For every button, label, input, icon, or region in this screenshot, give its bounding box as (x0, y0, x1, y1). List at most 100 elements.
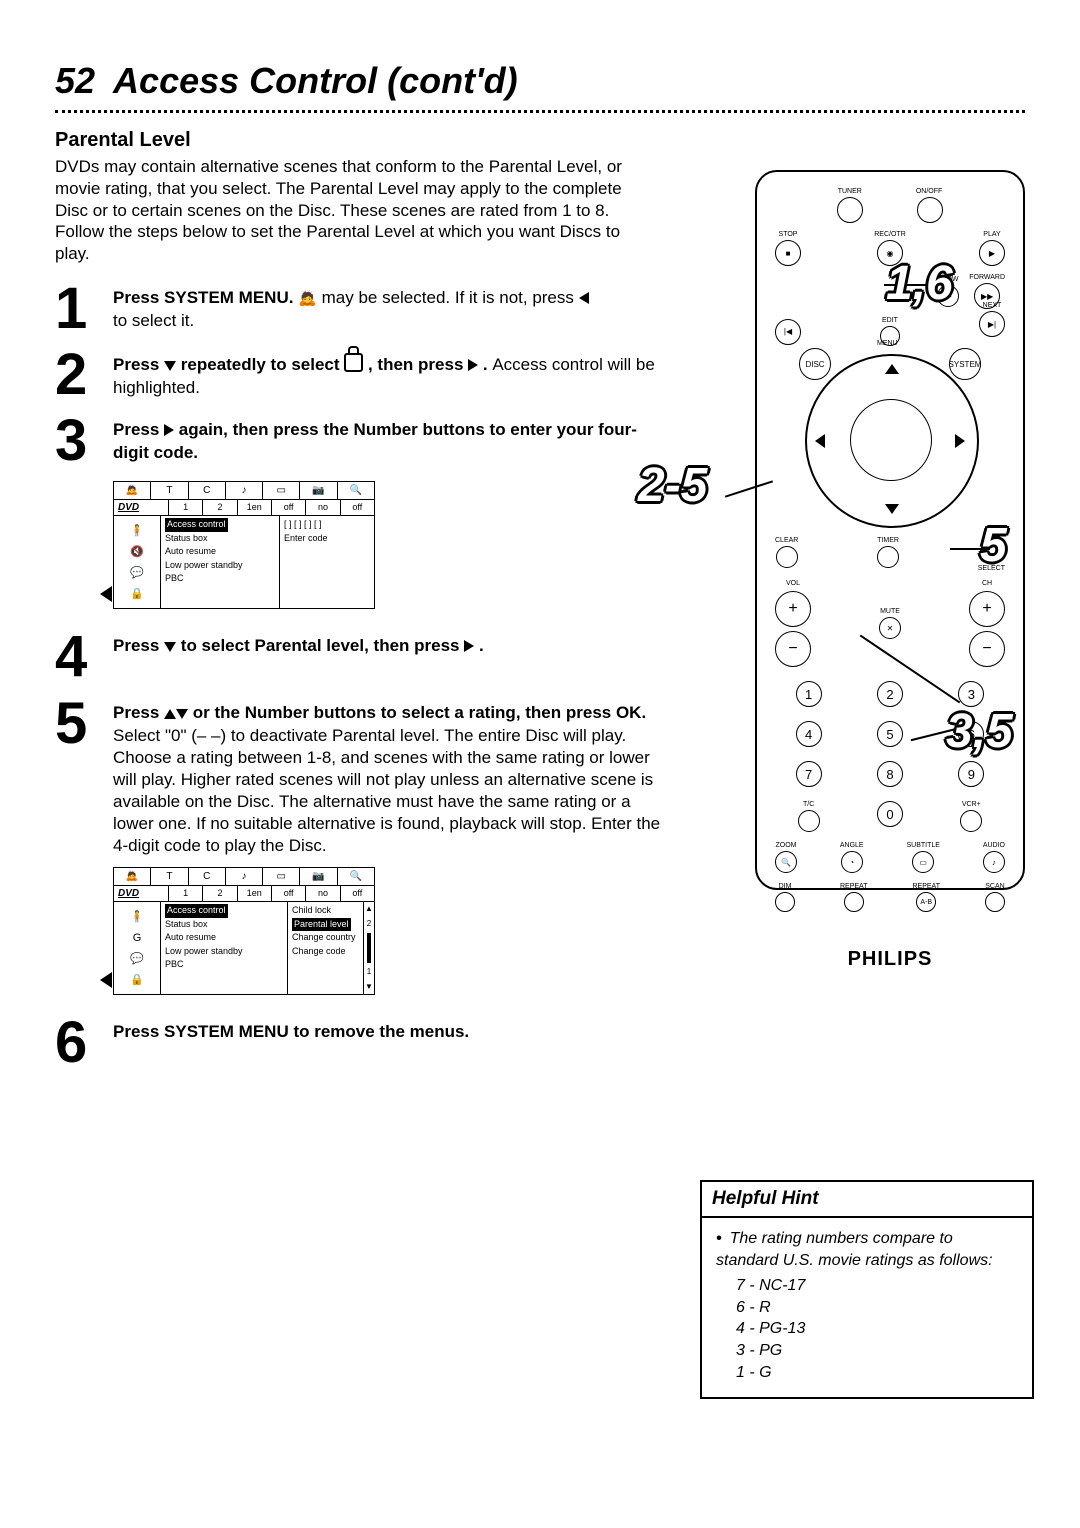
brand-label: PHILIPS (775, 948, 1005, 971)
person-icon: 🙇 (298, 291, 317, 306)
tc-button[interactable] (798, 810, 820, 832)
right-arrow-icon (164, 420, 174, 442)
ch-up-button[interactable]: + (969, 591, 1005, 627)
title-divider (55, 110, 1025, 113)
label-vol: VOL (786, 580, 800, 587)
osd-pointer-icon (100, 972, 112, 988)
step4-dot: . (479, 636, 484, 655)
dim-button[interactable] (775, 892, 795, 912)
label-clear: CLEAR (775, 537, 798, 544)
num-9-button[interactable]: 9 (958, 761, 984, 787)
ok-button[interactable] (980, 541, 1002, 563)
nav-center[interactable] (850, 399, 932, 481)
label-onoff: ON/OFF (916, 188, 942, 195)
label-stop: STOP (779, 231, 798, 238)
step-body: Press repeatedly to select , then press … (113, 349, 667, 401)
num-0-button[interactable]: 0 (877, 801, 903, 827)
num-4-button[interactable]: 4 (796, 721, 822, 747)
step5-mid: or the Number buttons to select a rating… (193, 703, 646, 722)
step5-para: Select "0" (– –) to deactivate Parental … (113, 726, 660, 855)
step-number: 4 (55, 631, 99, 683)
label-zoom: ZOOM (776, 842, 797, 849)
onoff-button[interactable] (917, 197, 943, 223)
nav-right-icon (955, 434, 965, 448)
intro-paragraph: DVDs may contain alternative scenes that… (55, 156, 655, 265)
play-button[interactable]: ▶ (979, 240, 1005, 266)
step-4: 4 Press to select Parental level, then p… (55, 631, 667, 683)
label-mute: MUTE (880, 608, 900, 615)
manual-page: 52 Access Control (cont'd) Parental Leve… (0, 0, 1080, 1528)
panel-child-lock: Child lock (292, 904, 359, 918)
ab-button[interactable]: A-B (916, 892, 936, 912)
audio-button[interactable]: ♪ (983, 851, 1005, 873)
hint-rating-row: 6 - R (736, 1297, 1018, 1319)
angle-button[interactable]: ◔ (841, 851, 863, 873)
panel-change-code: Change code (292, 945, 359, 959)
vol-down-button[interactable]: − (775, 631, 811, 667)
label-rec: REC/OTR (874, 231, 906, 238)
slow-button[interactable]: ▷ (937, 285, 959, 307)
num-1-button[interactable]: 1 (796, 681, 822, 707)
left-arrow-icon (579, 288, 589, 310)
next-button[interactable]: ▶| (979, 311, 1005, 337)
step-3: 3 Press again, then press the Number but… (55, 415, 667, 467)
dvd-label: DVD (114, 886, 169, 901)
num-6-button[interactable]: 6 (958, 721, 984, 747)
num-7-button[interactable]: 7 (796, 761, 822, 787)
clear-button[interactable] (776, 546, 798, 568)
system-menu-button[interactable]: SYSTEM (949, 348, 981, 380)
label-scan: SCAN (985, 883, 1004, 890)
menu-status-box: Status box (165, 532, 275, 546)
stop-button[interactable]: ■ (775, 240, 801, 266)
vol-up-button[interactable]: + (775, 591, 811, 627)
label-ch: CH (982, 580, 992, 587)
step4-mid: to select Parental level, then press (181, 636, 464, 655)
code-slots: [ ] [ ] [ ] [ ] (284, 518, 370, 532)
ch-down-button[interactable]: − (969, 631, 1005, 667)
label-tuner: TUNER (838, 188, 862, 195)
up-arrow-icon (164, 703, 176, 725)
remote-diagram-column: TUNER ON/OFF STOP■ REC/OTR◉ PLAY▶ SLOW▷ … (700, 170, 1080, 890)
label-next: NEXT (983, 302, 1002, 309)
step-body: Press SYSTEM MENU to remove the menus. (113, 1017, 469, 1069)
mute-button[interactable]: ✕ (879, 617, 901, 639)
label-menu: MENU (877, 340, 898, 347)
hint-rating-row: 4 - PG-13 (736, 1318, 1018, 1340)
disc-menu-button[interactable]: DISC (799, 348, 831, 380)
num-3-button[interactable]: 3 (958, 681, 984, 707)
label-edit: EDIT (882, 317, 898, 324)
step6-text: Press SYSTEM MENU to remove the menus. (113, 1022, 469, 1041)
vcr-button[interactable] (960, 810, 982, 832)
num-2-button[interactable]: 2 (877, 681, 903, 707)
scan-button[interactable] (985, 892, 1005, 912)
step-body: Press again, then press the Number butto… (113, 415, 667, 467)
step2-then: , then press (368, 355, 468, 374)
menu-auto-resume: Auto resume (165, 931, 283, 945)
num-5-button[interactable]: 5 (877, 721, 903, 747)
right-arrow-icon (468, 355, 478, 377)
label-tc: T/C (803, 801, 814, 808)
timer-button[interactable] (877, 546, 899, 568)
repeat-button[interactable] (844, 892, 864, 912)
step3-press: Press (113, 420, 164, 439)
step-body: Press to select Parental level, then pre… (113, 631, 484, 683)
label-timer: TIMER (877, 537, 899, 544)
hint-rating-row: 1 - G (736, 1362, 1018, 1384)
label-dim: DIM (779, 883, 792, 890)
nav-up-icon (885, 364, 899, 374)
label-subtitle: SUBTITLE (906, 842, 939, 849)
step-5: 5 Press or the Number buttons to select … (55, 698, 667, 858)
num-8-button[interactable]: 8 (877, 761, 903, 787)
rec-button[interactable]: ◉ (877, 240, 903, 266)
tuner-button[interactable] (837, 197, 863, 223)
zoom-button[interactable]: 🔍 (775, 851, 797, 873)
prev-button[interactable]: |◀ (775, 319, 801, 345)
nav-left-icon (815, 434, 825, 448)
remote-control: TUNER ON/OFF STOP■ REC/OTR◉ PLAY▶ SLOW▷ … (755, 170, 1025, 890)
nav-pad: MENU DISC SYSTEM (805, 354, 975, 524)
osd-diagram-1: 🙇TC ♪▭📷🔍 DVD 1 2 1en off no off 🧍🔇💬🔒 Acc… (113, 481, 375, 609)
subtitle-button[interactable]: ▭ (912, 851, 934, 873)
step1-text-a: may be selected. If it is not, press (322, 288, 579, 307)
step5-press: Press (113, 703, 164, 722)
osd-diagram-2: 🙇TC ♪▭📷🔍 DVD 1 2 1en off no off 🧍G💬🔒 Acc… (113, 867, 375, 995)
